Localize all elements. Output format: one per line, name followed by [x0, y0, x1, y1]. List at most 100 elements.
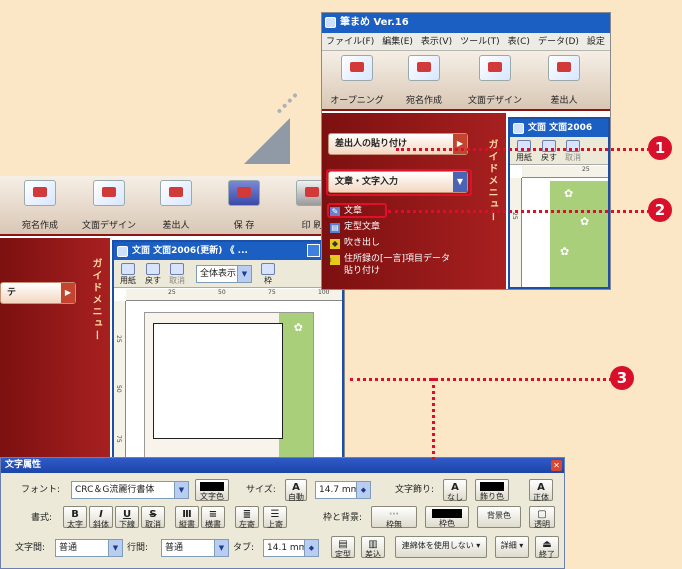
- toolbar-design-button-front[interactable]: 文面デザイン: [462, 51, 528, 109]
- cursive-select[interactable]: 連綿体を使用しない ▾: [395, 536, 487, 558]
- style-label: 書式:: [31, 513, 53, 523]
- design-icon: [93, 180, 125, 206]
- front-app-window: 筆まめ Ver.16 ファイル(F) 編集(E) 表示(V) ツール(T) 表(C) デー…: [321, 12, 611, 290]
- font-row: フォント: CRC＆G流麗行書体 ▼ 文字色 サイズ: A 自動 14.7 mm ◆ …: [1, 478, 564, 504]
- back-guide-menu: テ ▶ ガイドメニュー: [0, 238, 110, 468]
- toolbar-address-button-front[interactable]: 宛名作成: [394, 51, 454, 109]
- line-spacing-label: 行間:: [127, 543, 149, 553]
- vertical-writing-button[interactable]: Ⅲ 縦書: [175, 506, 199, 529]
- menu-file[interactable]: ファイル(F): [322, 37, 378, 47]
- balloon-icon: ◆: [330, 239, 340, 249]
- chevron-down-icon: ▼: [214, 540, 228, 556]
- insert-button[interactable]: ▥ 差込: [361, 536, 385, 559]
- cancel-button[interactable]: 取消: [166, 262, 188, 285]
- color-swatch: [432, 509, 462, 518]
- back-guide-button[interactable]: テ ▶: [0, 282, 76, 304]
- callout-line-3-vertical: [432, 378, 435, 460]
- underline-button[interactable]: U 下線: [115, 506, 139, 529]
- front-vertical-ruler: 25: [510, 178, 522, 287]
- align-left-icon: ≣: [242, 509, 252, 520]
- menu-edit[interactable]: 編集(E): [378, 37, 417, 47]
- align-top-button[interactable]: ☰ 上寄: [263, 506, 287, 529]
- front-doc-toolbar: 用紙 戻す 取消: [510, 137, 608, 165]
- char-spacing-select[interactable]: 普通 ▼: [55, 539, 123, 557]
- spacing-row: 文字間: 普通 ▼ 行間: 普通 ▼ タブ: 14.1 mm ◆ ▤ 定型 ▥ 差込 連綿…: [1, 536, 564, 562]
- minimize-button[interactable]: [307, 244, 320, 257]
- toolbar-opening-button[interactable]: オープニング: [324, 51, 390, 109]
- guide-menu: 差出人の貼り付け ▶ 文章・文字入力 ▼ ✎ 文章 ▤ 定型文章 ◆ 吹き出し ▭ 住所録の…: [322, 113, 506, 289]
- view-mode-select[interactable]: 全体表示 ▼: [196, 265, 252, 283]
- size-auto-button[interactable]: A 自動: [285, 479, 307, 502]
- style-row: 書式: B 太字 I 斜体 U 下線 S 取消 Ⅲ 縦書 ≡ 横書 ≣ 左寄 ☰ 上寄 枠と背景…: [1, 506, 564, 532]
- postcard-page: ✿: [144, 312, 314, 469]
- guide-item-address-data[interactable]: ▭ 住所録の[一言]項目データ貼り付け: [324, 253, 454, 277]
- back-main-toolbar: 宛名作成 文面デザイン 差出人 保 存 印 刷: [0, 176, 344, 236]
- toolbar-sender-button[interactable]: 差出人: [146, 176, 206, 234]
- stepper-icon: ◆: [304, 540, 318, 556]
- toolbar-address-button[interactable]: 宛名作成: [10, 176, 70, 234]
- font-color-button[interactable]: 文字色: [195, 479, 229, 501]
- char-spacing-label: 文字間:: [15, 543, 46, 553]
- sender-icon: [160, 180, 192, 206]
- detail-button[interactable]: 詳細 ▾: [495, 536, 529, 558]
- back-app-window: 宛名作成 文面デザイン 差出人 保 存 印 刷 テ ▶ ガイドメニュー 文面 文面…: [0, 176, 345, 469]
- frame-button[interactable]: 枠: [258, 262, 278, 285]
- horizontal-writing-button[interactable]: ≡ 横書: [201, 506, 225, 529]
- green-border-strip: [279, 313, 313, 469]
- strike-button[interactable]: S 取消: [141, 506, 165, 529]
- transparent-button[interactable]: ▢ 透明: [529, 506, 555, 529]
- text-attributes-panel: 文字属性 ✕ フォント: CRC＆G流麗行書体 ▼ 文字色 サイズ: A 自動 14.…: [0, 457, 565, 569]
- document-icon: ▤: [330, 223, 340, 233]
- exit-icon: ⏏: [542, 539, 552, 550]
- toolbar-sender-button-front[interactable]: 差出人: [534, 51, 594, 109]
- upright-button[interactable]: A 正体: [529, 479, 553, 502]
- bold-button[interactable]: B 太字: [63, 506, 87, 529]
- menu-settings[interactable]: 設定: [583, 37, 609, 47]
- text-frame[interactable]: [153, 323, 283, 439]
- save-icon: [228, 180, 260, 206]
- chevron-right-icon: ▶: [61, 283, 75, 303]
- italic-button[interactable]: I 斜体: [89, 506, 113, 529]
- decoration-color-button[interactable]: 飾り色: [475, 479, 509, 501]
- guide-item-fixed-text[interactable]: ▤ 定型文章: [330, 221, 380, 233]
- line-spacing-select[interactable]: 普通 ▼: [161, 539, 229, 557]
- stepper-icon: ◆: [356, 482, 370, 498]
- back-document-title: 文面 文面2006(更新) 《 ...: [114, 242, 342, 260]
- menu-table[interactable]: 表(C): [504, 37, 534, 47]
- finish-button[interactable]: ⏏ 終了: [535, 536, 559, 559]
- vertical-text-icon: Ⅲ: [182, 509, 192, 520]
- address-icon: [24, 180, 56, 206]
- fixed-text-button[interactable]: ▤ 定型: [331, 536, 355, 559]
- background-color-button[interactable]: 背景色: [477, 506, 521, 528]
- undo-button[interactable]: 戻す: [142, 262, 164, 285]
- app-icon: [325, 17, 336, 28]
- back-doc-toolbar: 用紙 戻す 取消 全体表示 ▼ 枠: [114, 260, 342, 288]
- flower-icon: ✿: [293, 321, 303, 334]
- callout-line-2: [388, 210, 650, 213]
- frame-icon: [261, 263, 275, 275]
- vertical-ruler: 25 50 75: [114, 301, 126, 466]
- frame-color-button[interactable]: 枠色: [425, 506, 469, 528]
- font-select[interactable]: CRC＆G流麗行書体 ▼: [71, 481, 189, 499]
- decoration-none-button[interactable]: A なし: [443, 479, 467, 502]
- size-input[interactable]: 14.7 mm ◆: [315, 481, 371, 499]
- chevron-right-icon: ▶: [453, 134, 467, 154]
- align-left-button[interactable]: ≣ 左寄: [235, 506, 259, 529]
- frame-none-button[interactable]: ⋯ 枠無: [371, 506, 417, 529]
- guide-item-balloon[interactable]: ◆ 吹き出し: [330, 237, 380, 249]
- paper-button[interactable]: 用紙: [117, 262, 139, 285]
- menu-data[interactable]: データ(D): [534, 37, 583, 47]
- toolbar-design-button[interactable]: 文面デザイン: [76, 176, 142, 234]
- chevron-down-icon: ▼: [108, 540, 122, 556]
- menu-view[interactable]: 表示(V): [417, 37, 456, 47]
- front-main-toolbar: オープニング 宛名作成 文面デザイン 差出人: [322, 51, 610, 111]
- toolbar-save-button[interactable]: 保 存: [214, 176, 274, 234]
- menu-tools[interactable]: ツール(T): [456, 37, 504, 47]
- highlight-text-input: [326, 169, 472, 196]
- tab-input[interactable]: 14.1 mm ◆: [263, 539, 319, 557]
- address-data-icon: ▭: [324, 255, 340, 265]
- close-icon[interactable]: ✕: [551, 460, 562, 471]
- color-swatch: [200, 482, 224, 491]
- sender-paste-button[interactable]: 差出人の貼り付け ▶: [328, 133, 468, 155]
- redo-icon: [170, 263, 184, 275]
